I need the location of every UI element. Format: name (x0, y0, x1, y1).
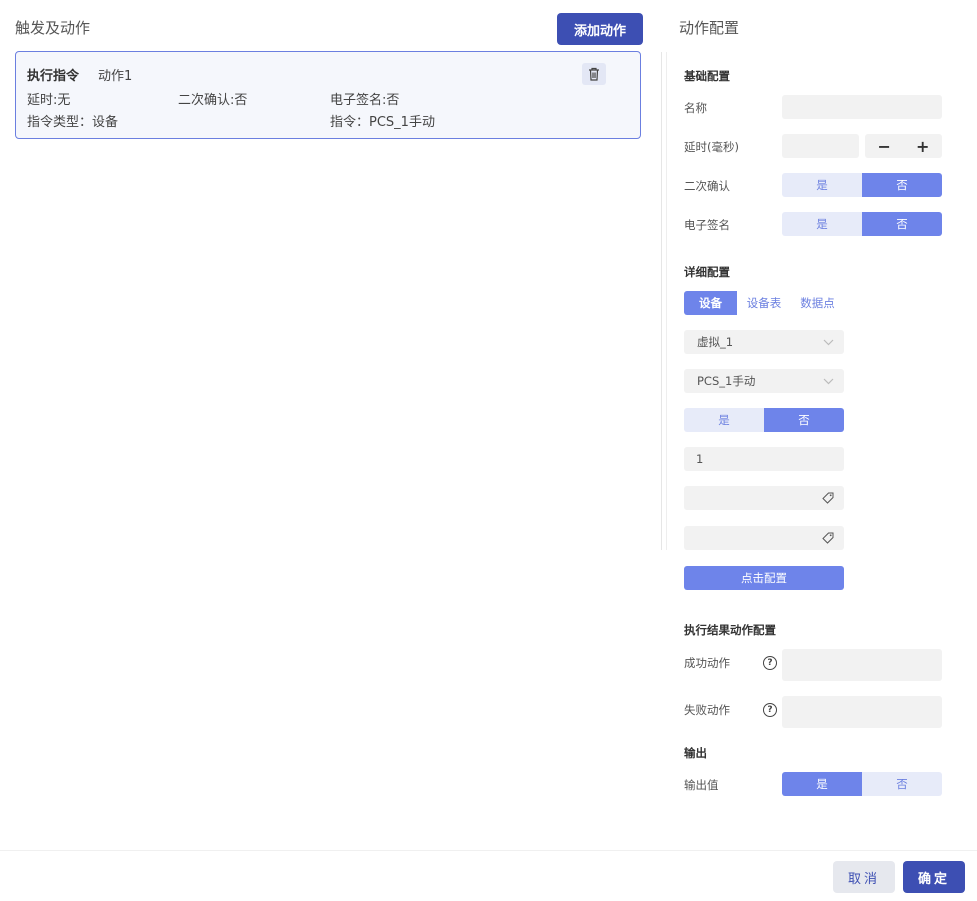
triggers-actions-title: 触发及动作 (15, 19, 91, 37)
command-select[interactable]: PCS_1手动 (684, 369, 844, 393)
result-config-section: 执行结果动作配置 (684, 623, 776, 637)
cancel-button[interactable]: 取消 (833, 861, 895, 893)
esign-toggle: 是 否 (782, 212, 942, 236)
second-confirm-yes[interactable]: 是 (782, 173, 862, 197)
tab-device[interactable]: 设备 (684, 291, 737, 315)
success-action-label: 成功动作 (684, 656, 730, 670)
basic-config-section: 基础配置 (684, 69, 730, 83)
action-dialog: 触发及动作 添加动作 执行指令 动作1 延时:无 二次确认:否 电子签名:否 指… (0, 0, 977, 901)
command-select-value: PCS_1手动 (697, 374, 756, 388)
chevron-down-icon (823, 339, 834, 345)
tab-data-point[interactable]: 数据点 (791, 291, 844, 315)
tag-input-1[interactable] (684, 486, 844, 510)
action-command: 指令：PCS_1手动 (330, 115, 435, 130)
output-no[interactable]: 否 (862, 772, 942, 796)
delay-input[interactable] (782, 134, 859, 158)
device-select-value: 虚拟_1 (697, 335, 734, 349)
tab-device-table[interactable]: 设备表 (737, 291, 791, 315)
decrement-button[interactable]: − (869, 137, 899, 156)
action-delay: 延时:无 (27, 93, 71, 108)
delete-action-button[interactable] (582, 63, 606, 85)
action-second-confirm: 二次确认:否 (178, 93, 248, 108)
confirm-button[interactable]: 确定 (903, 861, 965, 893)
tag-icon (822, 492, 834, 504)
output-yes[interactable]: 是 (782, 772, 862, 796)
action-card[interactable]: 执行指令 动作1 延时:无 二次确认:否 电子签名:否 指令类型：设备 指令：P… (15, 51, 641, 139)
question-icon[interactable]: ? (763, 703, 777, 717)
esign-yes[interactable]: 是 (782, 212, 862, 236)
second-confirm-label: 二次确认 (684, 179, 730, 193)
output-value-toggle: 是 否 (782, 772, 942, 796)
question-icon[interactable]: ? (763, 656, 777, 670)
detail-toggle: 是 否 (684, 408, 844, 432)
detail-toggle-yes[interactable]: 是 (684, 408, 764, 432)
action-config-title: 动作配置 (679, 19, 740, 37)
esign-no[interactable]: 否 (862, 212, 942, 236)
name-input[interactable] (782, 95, 942, 119)
action-esign: 电子签名:否 (330, 93, 400, 108)
device-select[interactable]: 虚拟_1 (684, 330, 844, 354)
trash-icon (589, 67, 599, 81)
delay-label: 延时(毫秒) (684, 140, 739, 154)
detail-config-section: 详细配置 (684, 265, 730, 279)
output-value-label: 输出值 (684, 778, 719, 792)
value-input[interactable]: 1 (684, 447, 844, 471)
panel-divider (661, 52, 667, 550)
click-config-button[interactable]: 点击配置 (684, 566, 844, 590)
second-confirm-no[interactable]: 否 (862, 173, 942, 197)
delay-stepper: − + (865, 134, 942, 158)
action-name: 动作1 (98, 69, 133, 84)
tag-icon (822, 532, 834, 544)
fail-action-label: 失败动作 (684, 703, 730, 717)
tag-input-2[interactable] (684, 526, 844, 550)
detail-toggle-no[interactable]: 否 (764, 408, 844, 432)
chevron-down-icon (823, 378, 834, 384)
output-section: 输出 (684, 746, 707, 760)
success-action-input[interactable] (782, 649, 942, 681)
footer-divider (0, 850, 977, 851)
name-label: 名称 (684, 101, 707, 115)
detail-tabs: 设备 设备表 数据点 (684, 291, 844, 315)
action-command-type: 指令类型：设备 (27, 115, 119, 130)
esign-label: 电子签名 (684, 218, 730, 232)
second-confirm-toggle: 是 否 (782, 173, 942, 197)
fail-action-input[interactable] (782, 696, 942, 728)
action-type-label: 执行指令 (27, 69, 80, 84)
increment-button[interactable]: + (908, 137, 938, 156)
add-action-button[interactable]: 添加动作 (557, 13, 643, 45)
